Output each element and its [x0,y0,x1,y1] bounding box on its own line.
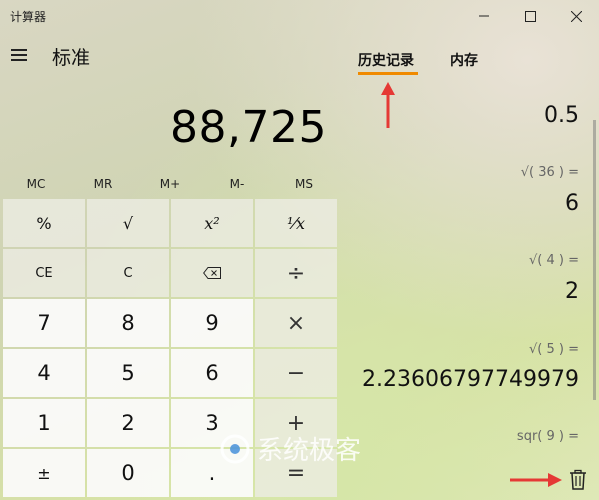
memory-subtract-button[interactable]: M- [203,168,271,200]
digit-8-button[interactable]: 8 [87,299,169,347]
multiply-button[interactable]: × [255,299,337,347]
history-expression[interactable]: √( 4 ) = [529,253,579,268]
active-tab-indicator [358,72,418,75]
history-expression[interactable]: √( 5 ) = [529,342,579,357]
minimize-icon [479,15,489,17]
clear-entry-button[interactable]: CE [3,249,85,297]
memory-clear-button[interactable]: MC [2,168,70,200]
history-result[interactable]: 2 [565,279,579,304]
watermark-text: 系统极客 [257,436,362,466]
tab-history[interactable]: 历史记录 [358,50,414,70]
backspace-icon [203,267,221,279]
divide-button[interactable]: ÷ [255,249,337,297]
maximize-icon [524,10,536,22]
memory-recall-button[interactable]: MR [69,168,137,200]
mode-title: 标准 [52,47,91,69]
history-scrollbar[interactable] [593,120,596,400]
clear-button[interactable]: C [87,249,169,297]
digit-5-button[interactable]: 5 [87,349,169,397]
hamburger-icon[interactable] [10,47,30,63]
watermark-logo-icon [220,434,250,463]
annotation-arrow-right [510,473,562,487]
annotation-arrow-up [381,82,395,128]
trash-icon [570,469,586,490]
digit-4-button[interactable]: 4 [3,349,85,397]
close-button[interactable] [553,0,599,32]
digit-9-button[interactable]: 9 [171,299,253,347]
title-bar: 计算器 [0,0,599,32]
memory-store-button[interactable]: MS [270,168,338,200]
window-title: 计算器 [10,10,47,24]
history-expression[interactable]: √( 36 ) = [521,165,579,180]
negate-button[interactable]: ± [3,449,85,497]
watermark: 系统极客 [218,430,361,467]
minimize-button[interactable] [461,0,507,32]
subtract-button[interactable]: − [255,349,337,397]
close-icon [570,10,582,22]
digit-0-button[interactable]: 0 [87,449,169,497]
digit-2-button[interactable]: 2 [87,399,169,447]
percent-button[interactable]: % [3,199,85,247]
square-button[interactable]: x² [171,199,253,247]
reciprocal-button[interactable]: ¹⁄x [255,199,337,247]
history-expression[interactable]: sqr( 9 ) = [517,429,579,444]
memory-button-row: MC MR M+ M- MS [0,168,340,200]
clear-history-button[interactable] [566,468,590,492]
result-display: 88,725 [170,102,327,153]
tab-memory[interactable]: 内存 [450,50,478,70]
maximize-button[interactable] [507,0,553,32]
history-memory-tabs: 历史记录 内存 [350,40,599,80]
digit-6-button[interactable]: 6 [171,349,253,397]
digit-1-button[interactable]: 1 [3,399,85,447]
history-result[interactable]: 2.23606797749979 [362,367,579,392]
square-root-button[interactable]: √ [87,199,169,247]
history-result[interactable]: 6 [565,191,579,216]
backspace-button[interactable] [171,249,253,297]
memory-add-button[interactable]: M+ [136,168,204,200]
history-result[interactable]: 0.5 [544,103,579,128]
digit-7-button[interactable]: 7 [3,299,85,347]
